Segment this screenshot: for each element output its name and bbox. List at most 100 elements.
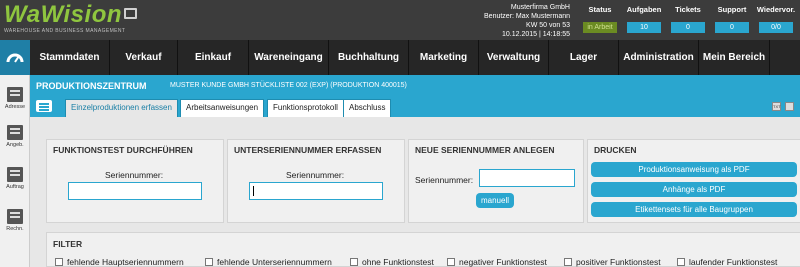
panel-title: DRUCKEN — [594, 145, 637, 155]
filter-label: fehlende Unterseriennummern — [217, 257, 332, 267]
sidebar-item-rechnung[interactable]: Rechn. — [0, 209, 30, 232]
sub-serial-input[interactable] — [249, 182, 383, 200]
filter-panel: FILTER fehlende Hauptseriennummern fehle… — [46, 232, 800, 267]
checkbox[interactable] — [350, 258, 358, 266]
date-time: 10.12.2015 | 14:18:55 — [502, 31, 570, 38]
sidebar-item-label: Adresse — [4, 104, 26, 110]
nav-einkauf[interactable]: Einkauf — [178, 40, 249, 75]
checkbox[interactable] — [564, 258, 572, 266]
nav-verwaltung[interactable]: Verwaltung — [479, 40, 549, 75]
stat-status[interactable]: Status in Arbeit — [578, 2, 622, 33]
company-name: Musterfirma GmbH — [510, 4, 570, 11]
stat-value: 0 — [671, 22, 705, 33]
checkbox[interactable] — [447, 258, 455, 266]
sidebar-item-angebot[interactable]: Angeb. — [0, 125, 30, 148]
main-content: PRODUKTIONSZENTRUM MUSTER KUNDE GMBH STÜ… — [30, 75, 800, 267]
nav-stammdaten[interactable]: Stammdaten — [30, 40, 110, 75]
invoice-icon — [7, 209, 23, 224]
nav-wareneingang[interactable]: Wareneingang — [249, 40, 329, 75]
calendar-week: KW 50 von 53 — [526, 22, 570, 29]
address-book-icon — [7, 87, 23, 102]
stat-value: 0/0 — [759, 22, 793, 33]
order-icon — [7, 167, 23, 182]
filter-label: positiver Funktionstest — [576, 257, 661, 267]
tab-funktionsprotokoll[interactable]: Funktionsprotokoll — [267, 99, 344, 117]
sidebar: Adresse Angeb. Auftrag Rechn. — [0, 75, 30, 267]
document-icon — [7, 125, 23, 140]
tab-abschluss[interactable]: Abschluss — [343, 99, 392, 117]
print-labels-button[interactable]: Etikettensets für alle Baugruppen — [591, 202, 797, 217]
tab-einzelproduktionen[interactable]: Einzelproduktionen erfassen — [65, 99, 178, 117]
panel-drucken: DRUCKEN Produktionsanweisung als PDF Anh… — [587, 139, 800, 223]
stat-label: Status — [588, 5, 612, 14]
stat-value: 10 — [627, 22, 661, 33]
panel-funktionstest: FUNKTIONSTEST DURCHFÜHREN Seriennummer: — [46, 139, 224, 223]
stat-aufgaben[interactable]: Aufgaben 10 — [622, 2, 666, 33]
serial-label: Seriennummer: — [415, 175, 474, 185]
nav-buchhaltung[interactable]: Buchhaltung — [329, 40, 409, 75]
filter-label: fehlende Hauptseriennummern — [67, 257, 184, 267]
sidebar-item-auftrag[interactable]: Auftrag — [0, 167, 30, 190]
nav-lager[interactable]: Lager — [549, 40, 619, 75]
panel-title: NEUE SERIENNUMMER ANLEGEN — [415, 145, 555, 155]
nav-marketing[interactable]: Marketing — [409, 40, 479, 75]
nav-administration[interactable]: Administration — [619, 40, 699, 75]
stat-label: Aufgaben — [626, 5, 662, 14]
checkbox[interactable] — [55, 258, 63, 266]
filter-title: FILTER — [53, 239, 83, 249]
nav-verkauf[interactable]: Verkauf — [110, 40, 178, 75]
filter-label: ohne Funktionstest — [362, 257, 434, 267]
status-widgets: Status in Arbeit Aufgaben 10 Tickets 0 S… — [578, 2, 798, 33]
page-header: PRODUKTIONSZENTRUM MUSTER KUNDE GMBH STÜ… — [30, 75, 800, 97]
stat-label: Support — [717, 5, 747, 14]
dashboard-icon — [6, 53, 24, 63]
manual-button[interactable]: manuell — [476, 193, 514, 208]
sidebar-item-label: Rechn. — [6, 226, 24, 232]
print-attachments-button[interactable]: Anhänge als PDF — [591, 182, 797, 197]
panel-title: FUNKTIONSTEST DURCHFÜHREN — [53, 145, 193, 155]
sidebar-item-label: Auftrag — [6, 184, 24, 190]
serial-label: Seriennummer: — [286, 170, 345, 180]
main-nav: Stammdaten Verkauf Einkauf Wareneingang … — [0, 40, 800, 75]
filter-negativer-funktionstest[interactable]: negativer Funktionstest — [447, 257, 547, 267]
txt-icon[interactable]: TXT — [772, 102, 781, 111]
page-subtitle: MUSTER KUNDE GMBH STÜCKLISTE 002 (EXP) (… — [170, 82, 407, 89]
stat-support[interactable]: Support 0 — [710, 2, 754, 33]
checkbox[interactable] — [205, 258, 213, 266]
filter-fehlende-unterseriennummern[interactable]: fehlende Unterseriennummern — [205, 257, 332, 267]
logo-icon — [124, 8, 138, 19]
new-serial-input[interactable] — [479, 169, 575, 187]
stat-value: in Arbeit — [583, 22, 617, 33]
stat-value: 0 — [715, 22, 749, 33]
logo-subtitle: WAREHOUSE AND BUSINESS MANAGEMENT — [4, 28, 126, 34]
filter-laufender-funktionstest[interactable]: laufender Funktionstest — [677, 257, 777, 267]
tab-arbeitsanweisungen[interactable]: Arbeitsanweisungen — [180, 99, 265, 117]
home-button[interactable] — [0, 40, 30, 75]
page-title: PRODUKTIONSZENTRUM — [36, 81, 147, 91]
logo[interactable]: WaWision WAREHOUSE AND BUSINESS MANAGEME… — [4, 1, 138, 34]
panel-unterseriennummer: UNTERSERIENNUMMER ERFASSEN Seriennummer: — [227, 139, 405, 223]
nav-mein-bereich[interactable]: Mein Bereich — [699, 40, 770, 75]
user-info: Musterfirma GmbH Benutzer: Max Musterman… — [470, 3, 570, 39]
panel-neue-seriennummer: NEUE SERIENNUMMER ANLEGEN Seriennummer: … — [408, 139, 584, 223]
text-cursor — [253, 186, 254, 196]
logo-text: WaWision — [4, 1, 123, 28]
stat-label: Tickets — [675, 5, 701, 14]
filter-fehlende-hauptseriennummern[interactable]: fehlende Hauptseriennummern — [55, 257, 184, 267]
print-icon[interactable] — [785, 102, 794, 111]
menu-toggle-icon[interactable] — [36, 100, 52, 112]
user-name: Benutzer: Max Mustermann — [484, 13, 570, 20]
stat-label: Wiedervor. — [756, 5, 796, 14]
serial-input[interactable] — [68, 182, 202, 200]
sidebar-item-label: Angeb. — [6, 142, 24, 148]
filter-positiver-funktionstest[interactable]: positiver Funktionstest — [564, 257, 661, 267]
stat-tickets[interactable]: Tickets 0 — [666, 2, 710, 33]
sidebar-item-adresse[interactable]: Adresse — [0, 87, 30, 110]
print-production-instruction-button[interactable]: Produktionsanweisung als PDF — [591, 162, 797, 177]
checkbox[interactable] — [677, 258, 685, 266]
stat-wiedervorlage[interactable]: Wiedervor. 0/0 — [754, 2, 798, 33]
filter-label: negativer Funktionstest — [459, 257, 547, 267]
filter-ohne-funktionstest[interactable]: ohne Funktionstest — [350, 257, 434, 267]
serial-label: Seriennummer: — [105, 170, 164, 180]
header-bar: WaWision WAREHOUSE AND BUSINESS MANAGEME… — [0, 0, 800, 40]
